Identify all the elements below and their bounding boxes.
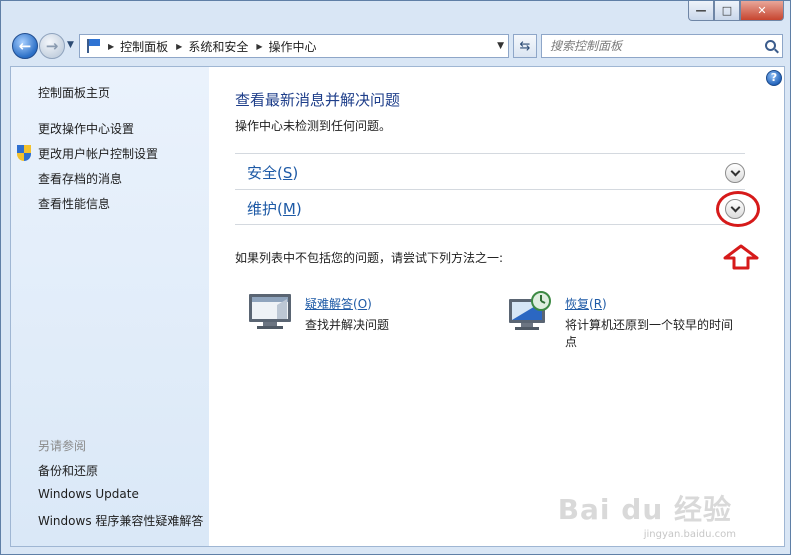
main-panel: ? 查看最新消息并解决问题 操作中心未检测到任何问题。 安全(S) 维护(M) … <box>209 67 784 546</box>
back-button[interactable]: ← <box>12 33 38 59</box>
chevron-right-icon[interactable]: ▶ <box>256 42 262 51</box>
section-security-label[interactable]: 安全(S) <box>247 162 298 183</box>
search-box[interactable] <box>541 34 783 58</box>
sidebar-item-home[interactable]: 控制面板主页 <box>38 84 110 101</box>
recovery-desc: 将计算机还原到一个较早的时间点 <box>565 318 734 349</box>
troubleshooting-icon <box>249 294 291 329</box>
close-button[interactable]: ✕ <box>740 1 784 21</box>
address-dropdown-icon[interactable]: ▼ <box>497 41 504 51</box>
sidebar-item-backup-restore[interactable]: 备份和还原 <box>38 462 98 479</box>
chevron-right-icon[interactable]: ▶ <box>176 42 182 51</box>
control-panel-window: — □ ✕ ← → ▼ ▶ 控制面板 ▶ 系统和安全 ▶ 操作中心 ▼ ⇆ 控制… <box>0 0 791 555</box>
sidebar-item-uac-settings[interactable]: 更改用户帐户控制设置 <box>38 145 158 162</box>
refresh-button[interactable]: ⇆ <box>513 34 537 58</box>
page-subtitle: 操作中心未检测到任何问题。 <box>235 119 392 133</box>
search-icon[interactable] <box>765 40 776 51</box>
navigation-bar: ← → ▼ ▶ 控制面板 ▶ 系统和安全 ▶ 操作中心 ▼ ⇆ <box>1 29 790 65</box>
sidebar-item-action-center-settings[interactable]: 更改操作中心设置 <box>38 120 134 137</box>
content-frame: 控制面板主页 更改操作中心设置 更改用户帐户控制设置 查看存档的消息 查看性能信… <box>10 66 785 547</box>
chevron-right-icon[interactable]: ▶ <box>108 42 114 51</box>
address-bar[interactable]: ▶ 控制面板 ▶ 系统和安全 ▶ 操作中心 ▼ <box>79 34 509 58</box>
sidebar-item-compat-troubleshooter[interactable]: Windows 程序兼容性疑难解答 <box>38 512 203 529</box>
page-title: 查看最新消息并解决问题 <box>235 91 401 109</box>
chevron-down-icon <box>730 166 740 176</box>
recovery-link[interactable]: 恢复(R) <box>565 295 607 312</box>
breadcrumb-action-center[interactable]: 操作中心 <box>269 38 317 55</box>
breadcrumb-system-security[interactable]: 系统和安全 <box>188 38 248 55</box>
expand-security-button[interactable] <box>725 163 745 183</box>
sidebar-item-performance-info[interactable]: 查看性能信息 <box>38 195 110 212</box>
search-input[interactable] <box>550 39 750 53</box>
hint-text: 如果列表中不包括您的问题，请尝试下列方法之一: <box>235 251 504 265</box>
breadcrumb-control-panel[interactable]: 控制面板 <box>120 38 168 55</box>
help-icon[interactable]: ? <box>766 70 782 86</box>
section-maintenance[interactable]: 维护(M) <box>235 189 745 225</box>
maximize-button[interactable]: □ <box>714 1 740 21</box>
caption-buttons: — □ ✕ <box>688 1 784 21</box>
sidebar-item-archived-messages[interactable]: 查看存档的消息 <box>38 170 122 187</box>
refresh-icon: ⇆ <box>519 38 531 54</box>
flag-icon <box>84 38 102 54</box>
annotation-up-arrow-icon <box>723 244 759 270</box>
troubleshooting-link[interactable]: 疑难解答(O) <box>305 295 372 312</box>
minimize-button[interactable]: — <box>688 1 714 21</box>
baidu-watermark-url: jingyan.baidu.com <box>643 529 736 540</box>
sidebar-item-windows-update[interactable]: Windows Update <box>38 487 139 501</box>
troubleshooting-desc: 查找并解决问题 <box>305 318 390 332</box>
see-also-heading: 另请参阅 <box>38 439 87 453</box>
section-security[interactable]: 安全(S) <box>235 153 745 189</box>
recovery-icon <box>509 291 551 330</box>
recent-pages-dropdown[interactable]: ▼ <box>67 40 74 50</box>
baidu-watermark: Bai du 经验 <box>557 493 732 526</box>
section-maintenance-label[interactable]: 维护(M) <box>247 198 302 219</box>
sidebar: 控制面板主页 更改操作中心设置 更改用户帐户控制设置 查看存档的消息 查看性能信… <box>11 67 209 546</box>
uac-shield-icon <box>17 145 31 161</box>
forward-button[interactable]: → <box>39 33 65 59</box>
annotation-circle <box>716 191 760 227</box>
